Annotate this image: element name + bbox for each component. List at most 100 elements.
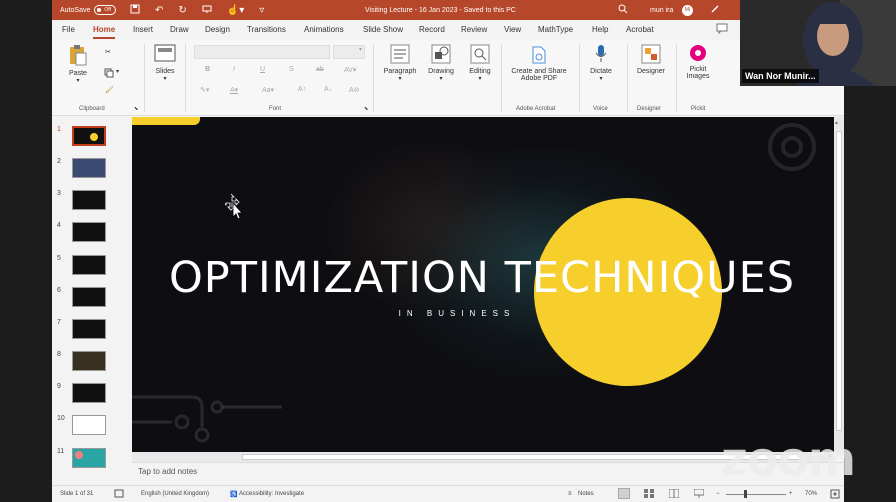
notes-button[interactable]: Notes: [578, 491, 594, 497]
normal-view-button[interactable]: [618, 488, 630, 499]
avatar[interactable]: MI: [682, 4, 693, 16]
ribbon-tabs: File Home Insert Draw Design Transitions…: [52, 20, 844, 40]
tab-draw[interactable]: Draw: [170, 25, 189, 34]
font-launcher-icon[interactable]: ⬊: [364, 106, 368, 112]
pickit-label-2: Images: [686, 73, 710, 80]
tab-file[interactable]: File: [62, 25, 75, 34]
font-size-box[interactable]: ▾: [333, 45, 365, 59]
zoom-in-icon[interactable]: +: [789, 491, 793, 497]
notes-icon[interactable]: ≡: [568, 491, 572, 497]
create-share-pdf-button[interactable]: Create and Share Adobe PDF: [506, 46, 572, 82]
participant-video[interactable]: Wan Nor Munir...: [740, 0, 896, 86]
tab-home[interactable]: Home: [93, 25, 116, 39]
autosave-toggle[interactable]: Off: [94, 5, 117, 15]
accessibility-icon[interactable]: ♿: [230, 491, 237, 498]
zoom-out-icon[interactable]: −: [716, 491, 720, 497]
tab-insert[interactable]: Insert: [133, 25, 153, 34]
font-color-button[interactable]: A▾: [230, 86, 238, 94]
paragraph-button[interactable]: Paragraph ▾: [380, 44, 420, 82]
copy-icon[interactable]: [104, 68, 114, 80]
clipboard-launcher-icon[interactable]: ⬊: [134, 106, 138, 112]
zoom-slider[interactable]: [726, 494, 786, 495]
bold-button[interactable]: B: [205, 66, 210, 73]
tab-review[interactable]: Review: [461, 25, 487, 34]
fit-to-window-icon[interactable]: [830, 489, 840, 501]
editing-button[interactable]: Editing ▾: [464, 44, 496, 82]
slide-thumbnail-8[interactable]: [72, 351, 106, 371]
tab-record[interactable]: Record: [419, 25, 445, 34]
slide-sorter-icon[interactable]: [644, 489, 654, 500]
comments-icon[interactable]: [716, 23, 728, 36]
strikethrough-button[interactable]: ab: [316, 66, 324, 73]
format-painter-icon[interactable]: 🖌: [105, 86, 114, 94]
redo-icon[interactable]: ↻: [178, 5, 186, 16]
highlighter-icon[interactable]: ✎▾: [200, 86, 209, 94]
change-case-button[interactable]: Aa▾: [262, 86, 274, 94]
slideshow-icon[interactable]: [693, 488, 705, 500]
clear-format-button[interactable]: A⊘: [349, 86, 360, 94]
paragraph-icon: [380, 44, 420, 66]
cut-icon[interactable]: ✂: [105, 48, 111, 56]
zoom-slider-thumb[interactable]: [744, 490, 747, 498]
slide-title[interactable]: OPTIMIZATION TECHNIQUES: [132, 253, 832, 303]
slide-thumbnail-9[interactable]: [72, 383, 106, 403]
reading-view-icon[interactable]: [668, 488, 680, 500]
tab-animations[interactable]: Animations: [304, 25, 344, 34]
designer-button[interactable]: Designer: [633, 44, 669, 75]
slide-thumbnail-5[interactable]: [72, 255, 106, 275]
copy-dropdown-icon[interactable]: ▾: [116, 68, 119, 75]
pickit-group-label: Pickit: [691, 106, 706, 112]
tab-view[interactable]: View: [504, 25, 521, 34]
language-status[interactable]: English (United Kingdom): [141, 491, 209, 497]
slide-thumbnail-10[interactable]: [72, 415, 106, 435]
slide-thumbnail-4[interactable]: [72, 222, 106, 242]
slide-thumbnail-7[interactable]: [72, 319, 106, 339]
shadow-button[interactable]: S: [289, 66, 294, 73]
zoom-level[interactable]: 70%: [805, 491, 817, 497]
designer-group-label: Designer: [637, 106, 662, 112]
slide-thumbnail-3[interactable]: [72, 190, 106, 210]
spelling-icon[interactable]: [114, 489, 124, 500]
scroll-thumb[interactable]: [242, 454, 802, 460]
slide-thumbnail-2[interactable]: [72, 158, 106, 178]
dictate-button[interactable]: Dictate ▾: [585, 44, 617, 82]
slide-thumbnail-1[interactable]: [72, 126, 106, 146]
scroll-thumb[interactable]: [836, 131, 842, 431]
drawing-button[interactable]: Drawing ▾: [424, 44, 458, 82]
thumb-number: 1: [57, 126, 61, 133]
font-name-box[interactable]: [194, 45, 330, 59]
vertical-scrollbar[interactable]: ▴: [834, 117, 844, 452]
designer-icon: [633, 44, 669, 66]
tab-transitions[interactable]: Transitions: [247, 25, 286, 34]
pen-icon[interactable]: [710, 4, 720, 16]
undo-icon[interactable]: ↶: [155, 5, 163, 16]
present-icon[interactable]: [202, 4, 212, 17]
save-icon[interactable]: [130, 4, 140, 17]
user-name[interactable]: mun ira: [650, 7, 673, 14]
tab-acrobat[interactable]: Acrobat: [626, 25, 654, 34]
italic-button[interactable]: I: [233, 66, 235, 73]
tab-slide-show[interactable]: Slide Show: [363, 25, 403, 34]
underline-button[interactable]: U: [260, 66, 265, 73]
char-spacing-button[interactable]: AV▾: [344, 66, 356, 74]
slide-subtitle[interactable]: IN BUSINESS: [132, 309, 782, 318]
tab-help[interactable]: Help: [592, 25, 608, 34]
tab-mathtype[interactable]: MathType: [538, 25, 573, 34]
increase-font-button[interactable]: A↑: [298, 86, 306, 93]
slide-thumbnail-6[interactable]: [72, 287, 106, 307]
paste-button[interactable]: Paste ▾: [66, 44, 90, 84]
participant-name: Wan Nor Munir...: [742, 69, 819, 83]
voice-group-label: Voice: [593, 106, 608, 112]
thumb-number: 10: [57, 415, 65, 422]
new-slide-button[interactable]: Slides ▾: [150, 44, 180, 82]
decrease-font-button[interactable]: A↓: [324, 86, 332, 93]
touch-mode-icon[interactable]: ☝▾: [227, 5, 244, 16]
pickit-button[interactable]: Pickit Images: [682, 44, 714, 80]
customize-qat-icon[interactable]: ▿: [259, 5, 264, 16]
slide-canvas[interactable]: OPTIMIZATION TECHNIQUES IN BUSINESS: [132, 117, 834, 452]
accessibility-status[interactable]: Accessibility: Investigate: [239, 491, 304, 497]
tab-design[interactable]: Design: [205, 25, 230, 34]
slide-thumbnail-11[interactable]: [72, 448, 106, 468]
scroll-up-icon[interactable]: ▴: [835, 119, 838, 126]
search-icon[interactable]: [618, 4, 628, 16]
